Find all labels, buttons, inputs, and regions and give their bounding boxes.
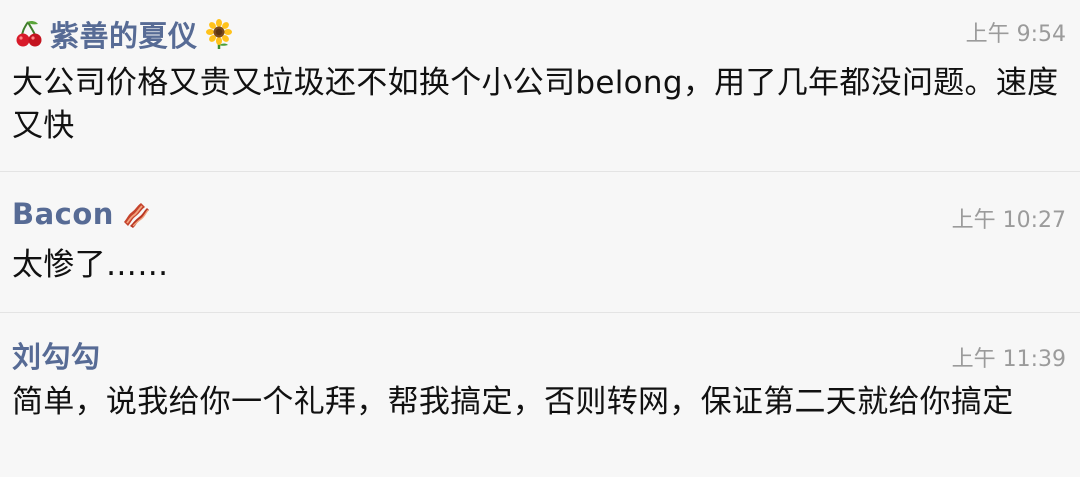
sender-row: Bacon: [12, 194, 152, 234]
sender-name[interactable]: 紫善的夏仪: [50, 13, 198, 55]
message-thread: 紫善的夏仪 上午 9:54 大公司价格又贵又垃圾还不如换个小公司belong，用…: [0, 0, 1080, 477]
message-item: 紫善的夏仪 上午 9:54 大公司价格又贵又垃圾还不如换个小公司belong，用…: [0, 0, 1080, 171]
bacon-icon: [118, 197, 152, 231]
message-item: Bacon 上午 10:27 太惨了……: [0, 171, 1080, 312]
sender-name[interactable]: 刘勾勾: [12, 334, 101, 376]
message-time: 上午 11:39: [951, 347, 1066, 372]
sender-row: 紫善的夏仪: [12, 14, 236, 54]
message-content: 太惨了……: [12, 247, 169, 283]
message-content: 简单，说我给你一个礼拜，帮我搞定，否则转网，保证第二天就给你搞定: [12, 384, 1014, 420]
sender-row: 刘勾勾: [12, 335, 101, 375]
message-time: 上午 9:54: [965, 22, 1066, 47]
message-time: 上午 10:27: [951, 208, 1066, 233]
sender-name[interactable]: Bacon: [12, 197, 114, 231]
sunflower-icon: [202, 17, 236, 51]
cherry-icon: [12, 17, 46, 51]
message-content: 大公司价格又贵又垃圾还不如换个小公司belong，用了几年都没问题。速度又快: [12, 65, 1059, 144]
message-item: 刘勾勾 上午 11:39 简单，说我给你一个礼拜，帮我搞定，否则转网，保证第二天…: [0, 312, 1080, 477]
